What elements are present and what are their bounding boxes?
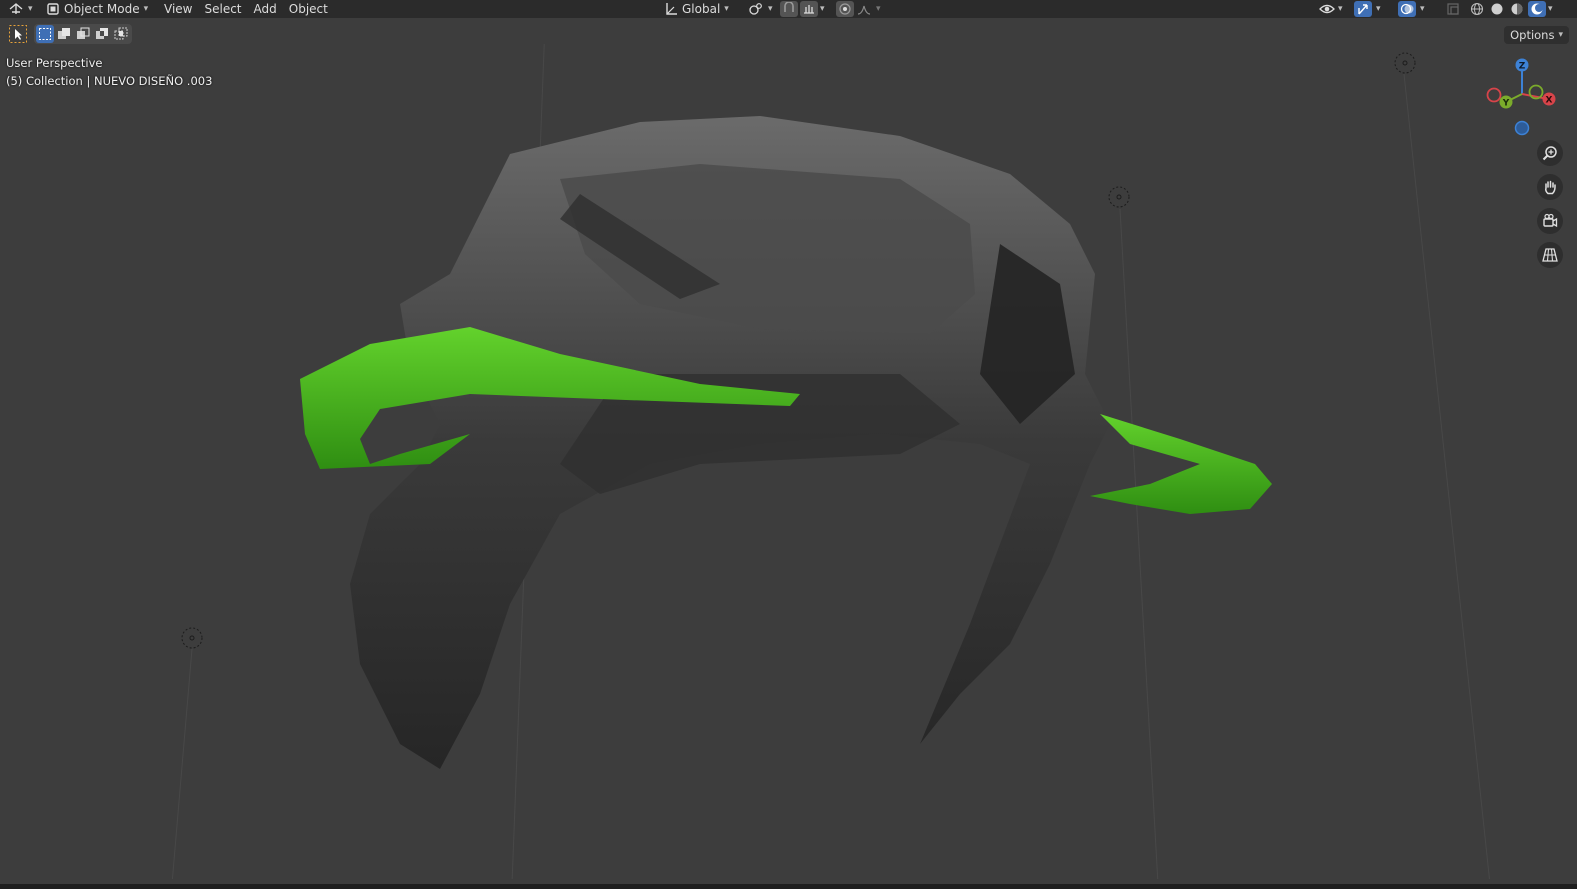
transform-orientation-icon <box>664 2 678 16</box>
mode-label: Object Mode <box>64 2 140 16</box>
viewport-header: ▾ Object Mode ▾ View Select Add Object G… <box>0 0 1577 18</box>
chevron-down-icon[interactable]: ▾ <box>820 4 825 14</box>
rendered-shading-icon[interactable] <box>1528 1 1546 17</box>
chevron-down-icon: ▾ <box>143 4 149 14</box>
orientation-label: Global <box>682 2 721 16</box>
camera-view-icon <box>1542 213 1558 229</box>
mode-dropdown[interactable]: Object Mode ▾ <box>46 0 148 18</box>
object-mode-icon <box>46 2 60 16</box>
visibility-controls: ▾ <box>1318 0 1343 18</box>
difference-selection-icon[interactable] <box>93 25 111 43</box>
object-visibility-icon[interactable] <box>1318 1 1336 17</box>
snap-icon[interactable] <box>780 1 798 17</box>
chevron-down-icon[interactable]: ▾ <box>1338 4 1343 14</box>
snap-controls: ▾ <box>780 0 825 18</box>
chevron-down-icon: ▾ <box>28 4 33 14</box>
zoom-icon <box>1542 145 1558 161</box>
header-menus: View Select Add Object <box>158 0 334 18</box>
gizmo-neg-z-axis[interactable] <box>1514 120 1530 136</box>
ortho-toggle-button[interactable] <box>1537 242 1563 268</box>
chevron-down-icon: ▾ <box>724 4 729 14</box>
snap-target-icon[interactable] <box>800 1 818 17</box>
scanned-mesh[interactable] <box>350 116 1110 769</box>
falloff-icon[interactable] <box>856 1 874 17</box>
zoom-button[interactable] <box>1537 140 1563 166</box>
gizmo-z-label: Z <box>1519 62 1526 72</box>
gizmo-y-label: Y <box>1502 99 1510 109</box>
shading-controls: ▾ <box>1468 0 1553 18</box>
chevron-down-icon[interactable]: ▾ <box>1548 4 1553 14</box>
chevron-down-icon: ▾ <box>1558 30 1563 40</box>
chevron-down-icon[interactable]: ▾ <box>1376 4 1381 14</box>
menu-object[interactable]: Object <box>283 2 334 16</box>
intersect-selection-icon[interactable] <box>112 25 130 43</box>
overlay-controls: ▾ <box>1398 0 1425 18</box>
menu-add[interactable]: Add <box>248 2 283 16</box>
pan-button[interactable] <box>1537 174 1563 200</box>
pan-hand-icon <box>1542 179 1558 195</box>
wireframe-shading-icon[interactable] <box>1468 1 1486 17</box>
material-shading-icon[interactable] <box>1508 1 1526 17</box>
options-label: Options <box>1510 28 1555 42</box>
menu-view[interactable]: View <box>158 2 198 16</box>
selection-mode-group <box>34 24 132 44</box>
status-bar-edge <box>0 884 1577 889</box>
chevron-down-icon: ▾ <box>768 4 773 14</box>
set-new-selection-icon[interactable] <box>36 25 54 43</box>
chevron-down-icon[interactable]: ▾ <box>1420 4 1425 14</box>
solid-shading-icon[interactable] <box>1488 1 1506 17</box>
proportional-edit-icon[interactable] <box>836 1 854 17</box>
xray-control <box>1444 0 1462 18</box>
xray-icon[interactable] <box>1444 1 1462 17</box>
editor-type-dropdown[interactable]: ▾ <box>8 0 33 18</box>
options-dropdown[interactable]: Options ▾ <box>1504 26 1569 44</box>
chevron-down-icon[interactable]: ▾ <box>876 4 881 14</box>
extend-selection-icon[interactable] <box>55 25 73 43</box>
subtract-selection-icon[interactable] <box>74 25 92 43</box>
viewport-scene[interactable] <box>0 44 1577 879</box>
ortho-grid-icon <box>1542 247 1558 263</box>
axis-gizmo[interactable]: Z X Y <box>1484 58 1564 138</box>
select-tool-button[interactable] <box>8 24 28 44</box>
viewport-navigation <box>1537 140 1563 268</box>
overlay-icon[interactable] <box>1398 1 1416 17</box>
gizmo-controls: ▾ <box>1354 0 1381 18</box>
editor-type-icon <box>8 2 24 16</box>
proportional-controls: ▾ <box>836 0 881 18</box>
gizmo-neg-x-axis[interactable] <box>1486 87 1502 103</box>
camera-view-button[interactable] <box>1537 208 1563 234</box>
transform-orientation-dropdown[interactable]: Global ▾ <box>664 0 729 18</box>
tool-settings-row <box>8 24 132 44</box>
pivot-point-icon <box>748 2 764 16</box>
menu-select[interactable]: Select <box>198 2 247 16</box>
pivot-point-dropdown[interactable]: ▾ <box>748 0 773 18</box>
gizmo-icon[interactable] <box>1354 1 1372 17</box>
gizmo-x-label: X <box>1546 96 1553 106</box>
